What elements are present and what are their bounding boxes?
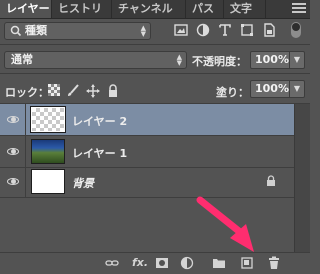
lock-image-icon[interactable] [66,84,80,98]
folder-icon[interactable] [212,256,226,270]
adjustment-filter-icon[interactable] [196,23,210,37]
opacity-label: 不透明度： [192,55,247,68]
layer-row-background[interactable]: 背景 [0,166,294,198]
fill-value: 100% [255,82,289,95]
layer-row-layer1[interactable]: レイヤー 1 [0,136,294,168]
adjustment-icon[interactable] [180,256,194,270]
lock-position-icon[interactable] [86,84,100,98]
type-filter-icon[interactable] [218,23,232,37]
chevron-updown-icon: ▲ ▼ [140,24,146,38]
fx-icon[interactable]: fx. [132,256,148,270]
link-icon[interactable] [105,256,119,270]
tab-history[interactable]: ヒストリー [52,0,112,33]
new-layer-icon[interactable] [240,256,254,270]
image-filter-icon[interactable] [174,23,188,37]
chevron-down-icon[interactable]: ▼ [289,81,304,97]
layer-name: レイヤー 2 [72,115,128,128]
lock-label: ロック： [5,86,49,99]
filter-kind-label: 種類 [25,24,47,37]
smart-object-filter-icon[interactable] [262,23,276,37]
shape-filter-icon[interactable] [240,23,254,37]
lock-icon [266,175,276,187]
lock-all-icon[interactable] [106,84,120,98]
visibility-eye-icon[interactable] [0,136,26,168]
opacity-field[interactable]: 100% ▼ [250,51,305,69]
visibility-eye-icon[interactable] [0,104,26,136]
tab-character[interactable]: 文字 [224,0,266,18]
annotation-arrow-icon [196,196,254,252]
layer-name: レイヤー 1 [72,147,128,160]
layer-name: 背景 [72,177,94,190]
lock-transparency-icon[interactable] [47,84,61,98]
mask-icon[interactable] [155,256,169,270]
layer-thumbnail [31,139,65,164]
tab-layers[interactable]: レイヤー [0,0,52,18]
trash-icon[interactable] [267,256,281,270]
opacity-value: 100% [255,53,289,66]
search-icon [10,24,22,38]
tab-channels[interactable]: チャンネル [112,0,186,18]
fill-field[interactable]: 100% ▼ [250,80,305,98]
layer-thumbnail [30,106,66,133]
chevron-updown-icon: ▲ ▼ [176,53,182,67]
fill-label: 塗り： [216,86,249,99]
layer-row-layer2[interactable]: レイヤー 2 [0,104,294,136]
blend-mode-value: 通常 [11,53,33,66]
layers-scrollbar[interactable] [294,104,310,252]
blend-mode-select[interactable]: 通常 ▲ ▼ [4,51,187,69]
layer-thumbnail [31,169,65,194]
filter-toggle[interactable] [291,22,301,38]
visibility-eye-icon[interactable] [0,166,26,198]
layers-panel: レイヤー ヒストリー チャンネル パス 文字 種類 ▲▼ 通常 [0,0,310,272]
tab-bar: レイヤー ヒストリー チャンネル パス 文字 [0,0,310,33]
tab-paths[interactable]: パス [186,0,224,18]
panel-menu-icon[interactable] [292,3,306,15]
chevron-down-icon[interactable]: ▼ [289,52,304,68]
filter-kind-select[interactable]: 種類 ▲ ▼ [4,22,151,40]
